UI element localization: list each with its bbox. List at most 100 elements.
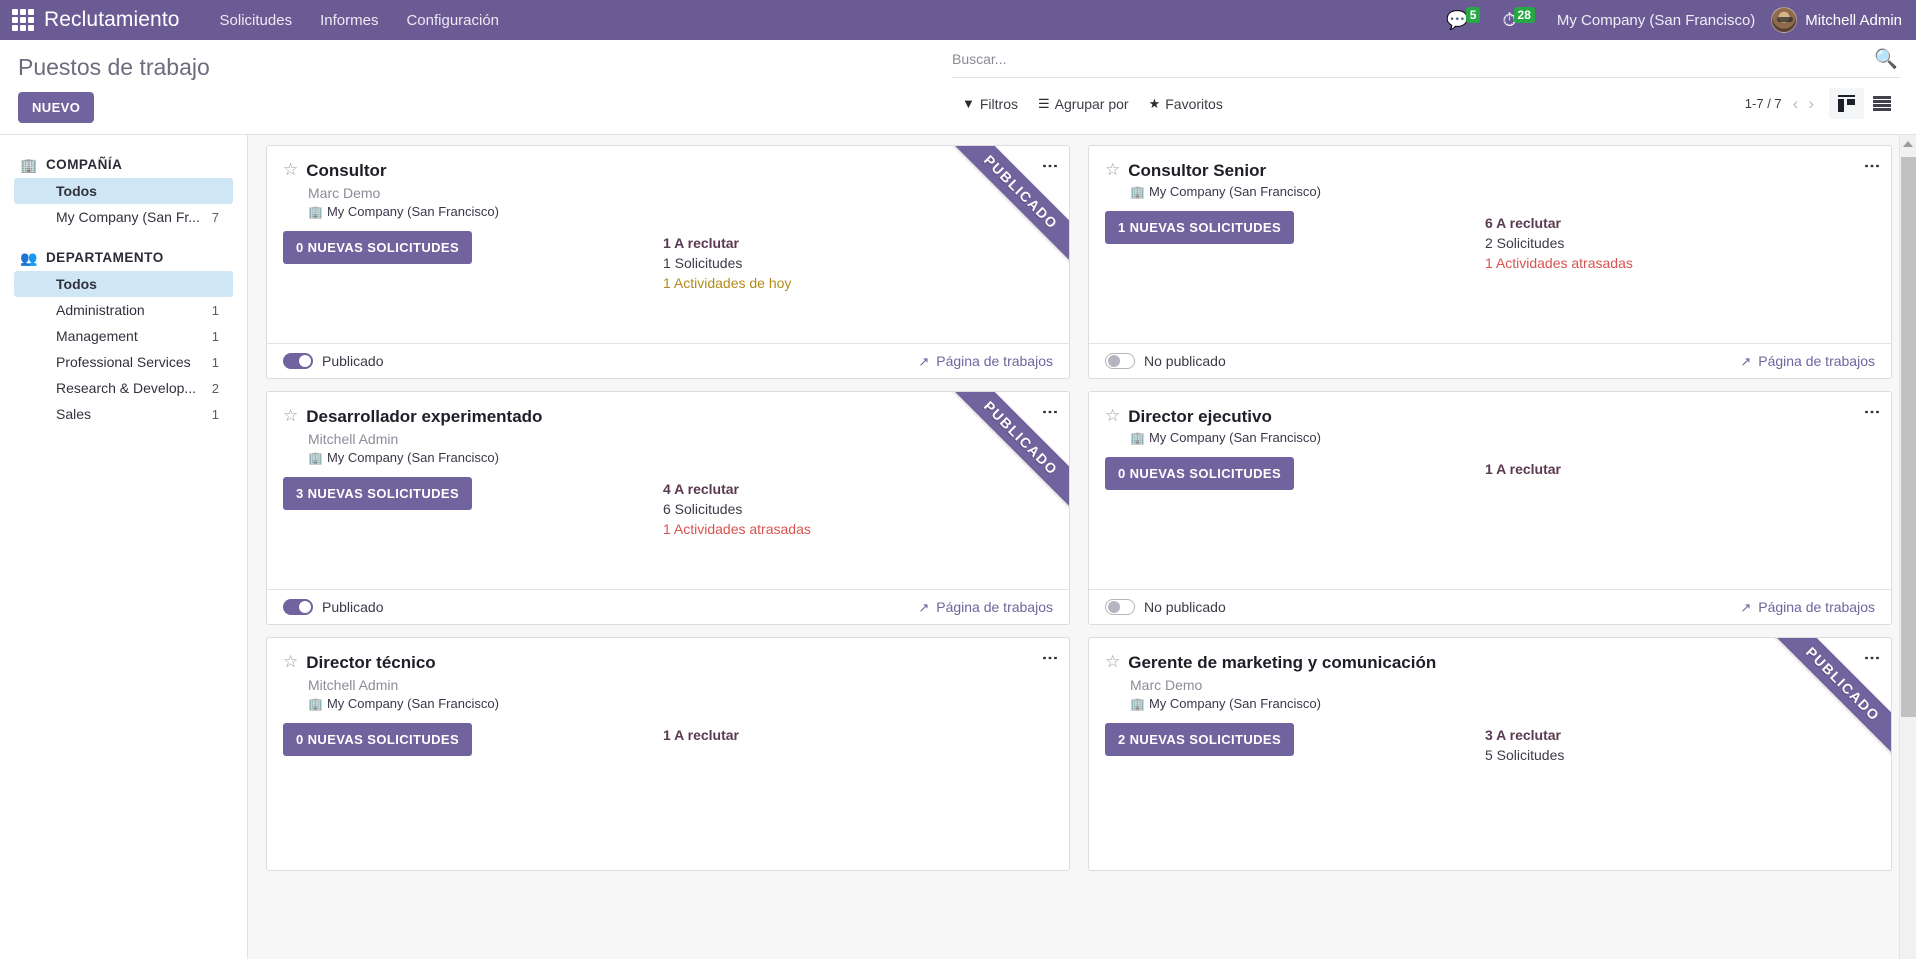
sidebar-item-count: 7 <box>211 209 219 225</box>
job-card-header: ☆ Consultor <box>283 160 1053 181</box>
favorite-star-icon[interactable]: ☆ <box>283 160 298 180</box>
stat-to-recruit[interactable]: 1 A reclutar <box>663 233 1053 253</box>
messages-button[interactable]: 💬 5 <box>1446 7 1481 29</box>
filters-row: ▼ Filtros ☰ Agrupar por ★ Favoritos 1-7 … <box>952 78 1900 119</box>
user-menu[interactable]: Mitchell Admin <box>1771 7 1902 33</box>
new-button[interactable]: NUEVO <box>18 92 95 123</box>
scrollbar-thumb[interactable] <box>1901 157 1916 717</box>
job-card[interactable]: ⋮ ☆ Director técnico Mitchell Admin 🏢 My… <box>266 637 1070 871</box>
new-applications-button[interactable]: 2 NUEVAS SOLICITUDES <box>1105 723 1295 756</box>
favorite-star-icon[interactable]: ☆ <box>1105 652 1120 672</box>
jobs-page-link[interactable]: ↗ Página de trabajos <box>918 353 1053 369</box>
job-title[interactable]: Desarrollador experimentado <box>306 406 542 427</box>
new-applications-button[interactable]: 0 NUEVAS SOLICITUDES <box>283 723 473 756</box>
favorite-star-icon[interactable]: ☆ <box>283 406 298 426</box>
job-card[interactable]: PUBLICADO ⋮ ☆ Gerente de marketing y com… <box>1088 637 1892 871</box>
job-title[interactable]: Director técnico <box>306 652 435 673</box>
publish-toggle-group[interactable]: Publicado <box>283 599 384 615</box>
company-switcher[interactable]: My Company (San Francisco) <box>1557 12 1755 29</box>
card-menu-button[interactable]: ⋮ <box>1863 404 1880 420</box>
stat-to-recruit[interactable]: 1 A reclutar <box>1485 459 1875 479</box>
stat-applications[interactable]: 2 Solicitudes <box>1485 233 1875 253</box>
sidebar-item-label: My Company (San Fr... <box>56 209 200 225</box>
publish-toggle-group[interactable]: Publicado <box>283 353 384 369</box>
job-card-left: 0 NUEVAS SOLICITUDES <box>283 723 663 756</box>
list-view-button[interactable] <box>1864 89 1900 118</box>
stat-to-recruit[interactable]: 4 A reclutar <box>663 479 1053 499</box>
job-card[interactable]: PUBLICADO ⋮ ☆ Consultor Marc Demo 🏢 My C… <box>266 145 1070 379</box>
card-menu-button[interactable]: ⋮ <box>1041 650 1058 666</box>
search-input[interactable] <box>952 48 1873 70</box>
job-company: 🏢 My Company (San Francisco) <box>1130 430 1875 445</box>
group-by-dropdown[interactable]: ☰ Agrupar por <box>1028 93 1139 115</box>
previous-page-button[interactable]: ‹ <box>1788 95 1804 112</box>
jobs-page-link[interactable]: ↗ Página de trabajos <box>918 599 1053 615</box>
publish-toggle[interactable] <box>283 353 313 369</box>
kanban-view-button[interactable] <box>1829 88 1864 119</box>
user-name-label: Mitchell Admin <box>1805 11 1902 29</box>
publish-toggle-group[interactable]: No publicado <box>1105 353 1226 369</box>
new-applications-button[interactable]: 0 NUEVAS SOLICITUDES <box>283 231 473 264</box>
stat-to-recruit[interactable]: 1 A reclutar <box>663 725 1053 745</box>
stat-to-recruit[interactable]: 6 A reclutar <box>1485 213 1875 233</box>
activities-button[interactable]: ⏱ 28 <box>1502 7 1535 29</box>
apps-grid-icon[interactable] <box>10 7 36 33</box>
jobs-page-link[interactable]: ↗ Página de trabajos <box>1740 599 1875 615</box>
job-manager: Mitchell Admin <box>308 431 399 447</box>
stat-applications[interactable]: 5 Solicitudes <box>1485 745 1875 765</box>
publish-toggle[interactable] <box>1105 353 1135 369</box>
job-title[interactable]: Consultor <box>306 160 386 181</box>
job-title[interactable]: Consultor Senior <box>1128 160 1266 181</box>
job-card[interactable]: ⋮ ☆ Director ejecutivo 🏢 My Company (San… <box>1088 391 1892 625</box>
pager-label[interactable]: 1-7 / 7 <box>1745 96 1782 111</box>
favorites-dropdown[interactable]: ★ Favoritos <box>1139 93 1233 115</box>
stat-today-activities[interactable]: 1 Actividades de hoy <box>663 273 1053 293</box>
sidebar-item-department-professional-services[interactable]: Professional Services 1 <box>14 349 233 375</box>
sidebar-item-company-todos[interactable]: Todos <box>14 178 233 204</box>
sidebar-item-department-sales[interactable]: Sales 1 <box>14 401 233 427</box>
scroll-up-arrow-icon[interactable] <box>1903 141 1913 147</box>
card-menu-button[interactable]: ⋮ <box>1041 158 1058 174</box>
job-title[interactable]: Director ejecutivo <box>1128 406 1272 427</box>
job-title[interactable]: Gerente de marketing y comunicación <box>1128 652 1436 673</box>
filters-dropdown[interactable]: ▼ Filtros <box>952 93 1028 115</box>
favorite-star-icon[interactable]: ☆ <box>1105 406 1120 426</box>
jobs-page-link[interactable]: ↗ Página de trabajos <box>1740 353 1875 369</box>
app-brand-title[interactable]: Reclutamiento <box>44 8 180 32</box>
stat-late-activities[interactable]: 1 Actividades atrasadas <box>1485 253 1875 273</box>
sidebar-item-department-management[interactable]: Management 1 <box>14 323 233 349</box>
new-applications-button[interactable]: 0 NUEVAS SOLICITUDES <box>1105 457 1295 490</box>
job-card-left: 0 NUEVAS SOLICITUDES <box>1105 457 1485 490</box>
card-menu-button[interactable]: ⋮ <box>1863 158 1880 174</box>
stat-applications[interactable]: 6 Solicitudes <box>663 499 1053 519</box>
sidebar-item-department-todos[interactable]: Todos <box>14 271 233 297</box>
publish-toggle-group[interactable]: No publicado <box>1105 599 1226 615</box>
nav-item-configuracion[interactable]: Configuración <box>392 6 513 35</box>
job-company-label: My Company (San Francisco) <box>326 204 499 219</box>
nav-item-solicitudes[interactable]: Solicitudes <box>206 6 307 35</box>
stat-applications[interactable]: 1 Solicitudes <box>663 253 1053 273</box>
next-page-button[interactable]: › <box>1803 95 1819 112</box>
search-icon[interactable]: 🔍 <box>1872 50 1900 69</box>
favorite-star-icon[interactable]: ☆ <box>1105 160 1120 180</box>
publish-toggle[interactable] <box>1105 599 1135 615</box>
job-card[interactable]: PUBLICADO ⋮ ☆ Desarrollador experimentad… <box>266 391 1070 625</box>
new-applications-button[interactable]: 1 NUEVAS SOLICITUDES <box>1105 211 1295 244</box>
new-applications-button[interactable]: 3 NUEVAS SOLICITUDES <box>283 477 473 510</box>
sidebar-item-department-administration[interactable]: Administration 1 <box>14 297 233 323</box>
stat-late-activities[interactable]: 1 Actividades atrasadas <box>663 519 1053 539</box>
sidebar-item-department-research-development[interactable]: Research & Develop... 2 <box>14 375 233 401</box>
sidebar-item-label: Todos <box>56 276 97 292</box>
card-menu-button[interactable]: ⋮ <box>1863 650 1880 666</box>
building-icon: 🏢 <box>1130 184 1145 199</box>
users-icon: 👥 <box>20 249 38 266</box>
card-menu-button[interactable]: ⋮ <box>1041 404 1058 420</box>
nav-item-informes[interactable]: Informes <box>306 6 392 35</box>
sidebar-item-company-my-company[interactable]: My Company (San Fr... 7 <box>14 204 233 230</box>
job-card[interactable]: ⋮ ☆ Consultor Senior 🏢 My Company (San F… <box>1088 145 1892 379</box>
favorite-star-icon[interactable]: ☆ <box>283 652 298 672</box>
stat-to-recruit[interactable]: 3 A reclutar <box>1485 725 1875 745</box>
job-card-stats: 1 A reclutar 1 Solicitudes 1 Actividades… <box>663 231 1053 293</box>
publish-toggle[interactable] <box>283 599 313 615</box>
kanban-scrollbar[interactable] <box>1899 135 1916 959</box>
